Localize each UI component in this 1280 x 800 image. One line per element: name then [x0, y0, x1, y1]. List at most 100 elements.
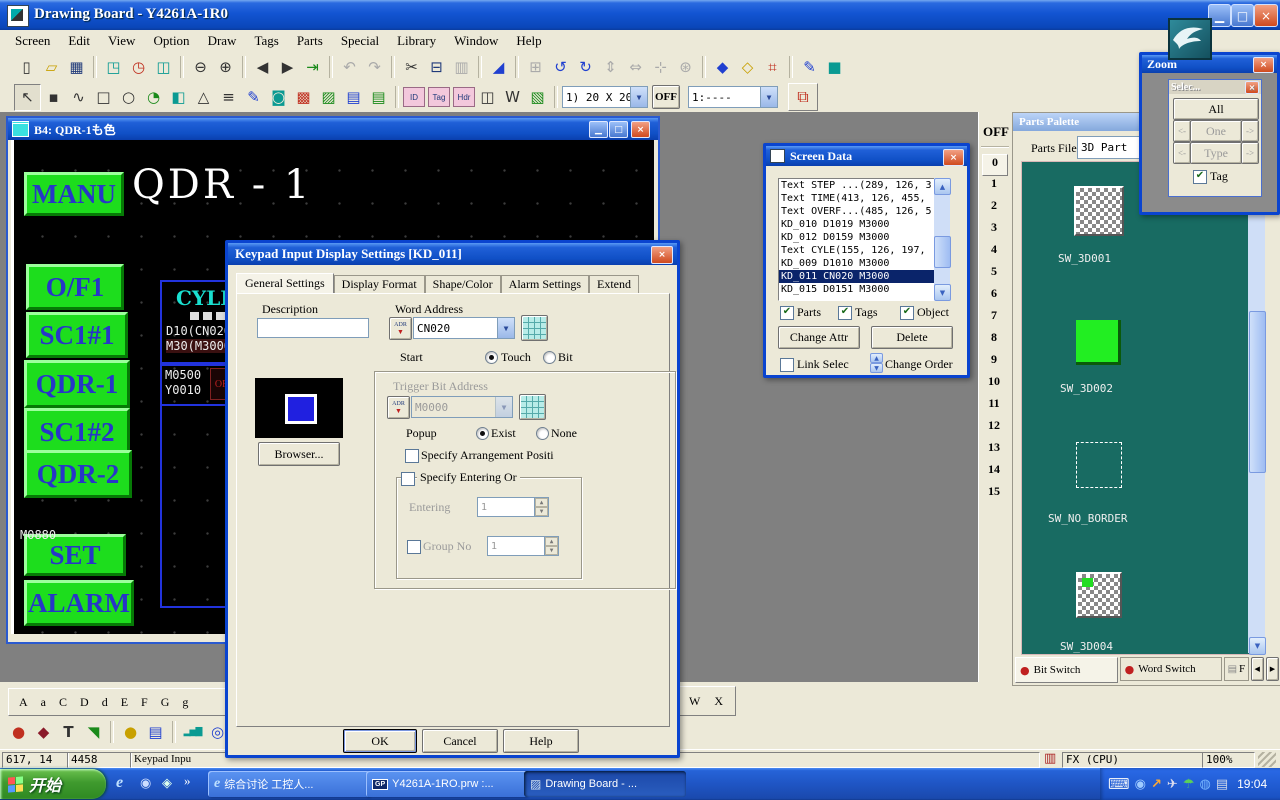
part-sw3d002[interactable]	[1076, 320, 1121, 365]
strip-number-7[interactable]: 7	[982, 308, 1006, 328]
task-drawing-board[interactable]: ▨ Drawing Board - ...	[524, 771, 686, 797]
hmi-button-of1[interactable]: O/F1	[26, 264, 124, 310]
launch-icon[interactable]: ↗	[1151, 777, 1162, 792]
quicklaunch-ie-icon[interactable]: e	[116, 774, 123, 792]
tab-bit-switch[interactable]: ● Bit Switch	[1015, 657, 1118, 683]
tab-alarm-settings[interactable]: Alarm Settings	[501, 275, 589, 295]
save-icon[interactable]: ▦	[64, 55, 89, 80]
screen-copy-icon[interactable]: ◳	[101, 55, 126, 80]
jump-screen-icon[interactable]: ⇥	[300, 55, 325, 80]
umbrella-icon[interactable]: ☂	[1183, 777, 1195, 792]
calculator-button[interactable]	[521, 315, 548, 341]
ok-button[interactable]: OK	[343, 729, 417, 753]
screen-browser-icon[interactable]: ◫	[151, 55, 176, 80]
delete-button[interactable]: Delete	[871, 326, 953, 349]
dropdown-arrow-icon[interactable]: ▼	[630, 87, 647, 107]
letter-W[interactable]: W	[689, 694, 700, 709]
screen-data-list[interactable]: Text STEP ...(289, 126, 3 Text TIME(413,…	[778, 178, 936, 301]
scroll-icon[interactable]: ◉	[1135, 777, 1146, 792]
child-minimize-button[interactable]: ▁	[589, 121, 608, 138]
strip-number-11[interactable]: 11	[982, 396, 1006, 416]
letter-d[interactable]: d	[102, 695, 108, 710]
scrollbar-thumb[interactable]	[1249, 311, 1266, 473]
undo-icon[interactable]: ↶	[337, 55, 362, 80]
spin-down-icon[interactable]: ▼	[870, 363, 883, 373]
enlarge-icon[interactable]: ⊛	[673, 55, 698, 80]
menu-special[interactable]: Special	[332, 31, 388, 51]
scroll-up-icon[interactable]: ▲	[934, 178, 951, 195]
drawing-window-titlebar[interactable]: B4: QDR-1も色 ▁ □ ×	[8, 118, 658, 140]
eraser-icon[interactable]: ◢	[486, 55, 511, 80]
letter-D[interactable]: D	[80, 695, 89, 710]
hmi-button-alarm[interactable]: ALARM	[24, 580, 134, 626]
new-icon[interactable]: ▯	[14, 55, 39, 80]
one-button[interactable]: One	[1190, 120, 1242, 142]
part-sw-no-border[interactable]	[1076, 442, 1122, 488]
screen-select-combo[interactable]: 1:---- ▼	[688, 86, 778, 108]
strip-number-8[interactable]: 8	[982, 330, 1006, 350]
trigger-adr-button[interactable]: ADR▼	[387, 396, 410, 419]
image-icon[interactable]: ▨	[316, 85, 341, 110]
close-button[interactable]: ×	[1254, 4, 1278, 27]
change-order-spinner[interactable]: ▲ ▼	[870, 353, 883, 373]
task-forum[interactable]: e 综合讨论 工控人...	[208, 771, 370, 797]
dialog-close-button[interactable]: ×	[651, 246, 673, 264]
start-button[interactable]: 开始	[0, 769, 106, 799]
text-pen-icon[interactable]: ✎	[241, 85, 266, 110]
one-right-button[interactable]: ->	[1241, 120, 1259, 142]
letter-C[interactable]: C	[59, 695, 67, 710]
strip-number-13[interactable]: 13	[982, 440, 1006, 460]
alarm-clock-icon[interactable]: ◷	[126, 55, 151, 80]
image2-icon[interactable]: ▧	[525, 85, 550, 110]
tab-extend[interactable]: Extend	[589, 275, 639, 295]
hmi-button-qdr-2[interactable]: QDR-2	[24, 450, 132, 498]
dropdown-arrow-icon[interactable]: ▼	[497, 318, 514, 338]
rectangle-icon[interactable]: □	[91, 85, 116, 110]
zoom-in-icon[interactable]: ⊕	[213, 55, 238, 80]
word-switch-part-icon[interactable]: ◆	[31, 720, 56, 745]
paste-icon[interactable]: ▥	[449, 55, 474, 80]
tab-scroll-left[interactable]: ◀	[1251, 657, 1264, 681]
dropdown-arrow-icon[interactable]: ▼	[760, 87, 777, 107]
change-attr-button[interactable]: Change Attr	[778, 326, 860, 349]
tag-checkbox[interactable]: ✔	[1193, 170, 1207, 184]
list-item[interactable]: KD_009 D1010 M3000	[779, 257, 935, 270]
entering-group-checkbox[interactable]	[401, 472, 415, 486]
list-item[interactable]: Text OVERF...(485, 126, 5	[779, 205, 935, 218]
library-save-icon[interactable]: ▤	[366, 85, 391, 110]
text-part-icon[interactable]: T	[56, 720, 81, 745]
browser-button[interactable]: Browser...	[258, 442, 340, 466]
letter-X[interactable]: X	[714, 694, 723, 709]
quicklaunch-chevron-icon[interactable]: »	[184, 773, 191, 789]
spin-up-icon[interactable]: ▲	[870, 353, 883, 363]
network-icon[interactable]: ◍	[1199, 777, 1210, 792]
tag-box-icon[interactable]: ▩	[291, 85, 316, 110]
list-item[interactable]: KD_015 D0151 M3000	[779, 283, 935, 296]
menu-tags[interactable]: Tags	[245, 31, 287, 51]
cancel-button[interactable]: Cancel	[422, 729, 498, 753]
circle-icon[interactable]: ○	[116, 85, 141, 110]
library-load-icon[interactable]: ▤	[341, 85, 366, 110]
letter-g[interactable]: g	[182, 695, 188, 710]
letter-A[interactable]: A	[19, 695, 28, 710]
exist-radio[interactable]	[476, 427, 489, 440]
next-screen-icon[interactable]: ▶	[275, 55, 300, 80]
one-left-button[interactable]: <-	[1173, 120, 1191, 142]
arc-icon[interactable]: ◔	[141, 85, 166, 110]
shrink-icon[interactable]: ⊹	[648, 55, 673, 80]
layers-icon[interactable]: ▤	[1216, 777, 1228, 792]
rotate-ccw-icon[interactable]: ↺	[548, 55, 573, 80]
quicklaunch-media-icon[interactable]: ◉	[140, 776, 151, 791]
strip-number-9[interactable]: 9	[982, 352, 1006, 372]
keypad-dialog-titlebar[interactable]: Keypad Input Display Settings [KD_011] ×	[228, 243, 677, 265]
list-item[interactable]: Text STEP ...(289, 126, 3	[779, 179, 935, 192]
type-button[interactable]: Type	[1190, 142, 1242, 164]
child-restore-button[interactable]: □	[609, 121, 628, 138]
prev-screen-icon[interactable]: ◀	[250, 55, 275, 80]
select-arrow-icon[interactable]: ↖	[14, 84, 41, 111]
lamp-part-icon[interactable]: ●	[118, 720, 143, 745]
strip-number-5[interactable]: 5	[982, 264, 1006, 284]
screen-data-scrollbar[interactable]: ▲ ▼	[934, 178, 950, 299]
w-display-icon[interactable]: W	[500, 85, 525, 110]
resize-grip[interactable]	[1258, 752, 1276, 767]
